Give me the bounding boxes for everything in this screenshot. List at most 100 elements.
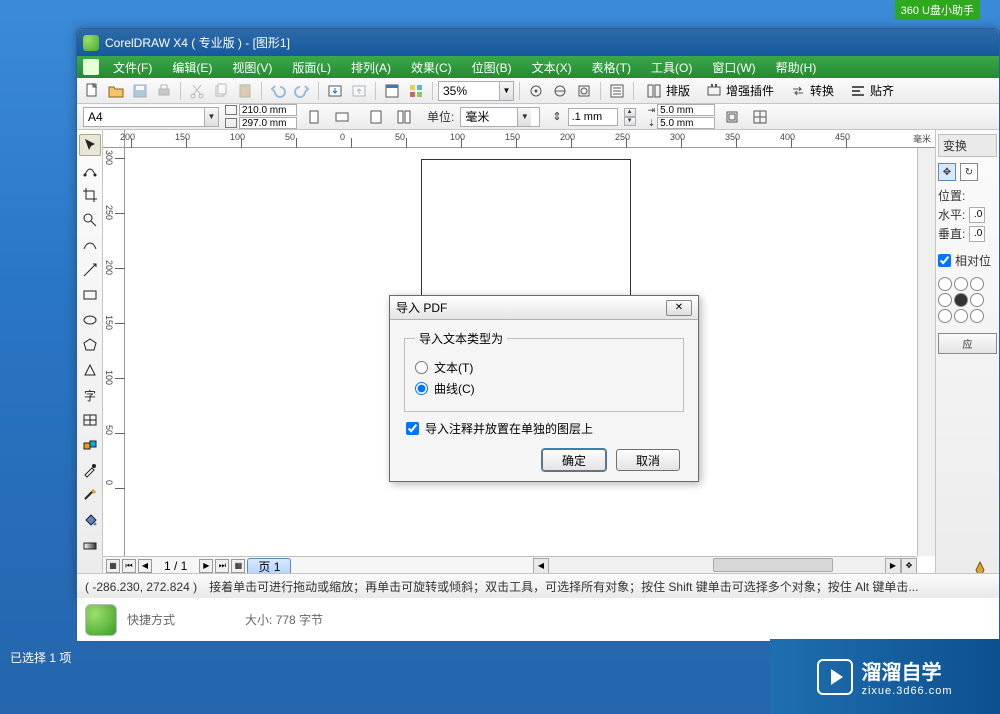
options-button[interactable]: [606, 80, 628, 102]
pageopt2-button[interactable]: [393, 106, 415, 128]
menu-help[interactable]: 帮助(H): [770, 57, 823, 78]
option-curve[interactable]: 曲线(C): [415, 380, 673, 397]
anchor-dot[interactable]: [970, 277, 984, 291]
chevron-down-icon[interactable]: ▼: [517, 108, 531, 126]
radio-text[interactable]: [415, 361, 428, 374]
paper-width-input[interactable]: [239, 104, 297, 116]
snap-button[interactable]: [525, 80, 547, 102]
docker-tab-transform[interactable]: 变换: [938, 134, 997, 157]
paper-height-input[interactable]: [239, 117, 297, 129]
menu-table[interactable]: 表格(T): [586, 57, 637, 78]
anchor-dot[interactable]: [954, 309, 968, 323]
zoom-tool[interactable]: [79, 209, 101, 231]
menu-layout[interactable]: 版面(L): [286, 57, 337, 78]
misc1-button[interactable]: [721, 106, 743, 128]
app-menu-icon[interactable]: [83, 59, 99, 75]
scroll-right-icon[interactable]: ▶: [885, 558, 901, 574]
anchor-dot[interactable]: [938, 309, 952, 323]
anchor-dot[interactable]: [954, 277, 968, 291]
scrollbar-vertical[interactable]: [917, 148, 935, 556]
anchor-grid[interactable]: [938, 277, 997, 323]
snap2-button[interactable]: [549, 80, 571, 102]
export-button[interactable]: [348, 80, 370, 102]
basicshapes-tool[interactable]: [79, 359, 101, 381]
apply-button[interactable]: 应: [938, 333, 997, 354]
undo-button[interactable]: [267, 80, 289, 102]
ok-button[interactable]: 确定: [542, 449, 606, 471]
option-text[interactable]: 文本(T): [415, 359, 673, 376]
snap3-button[interactable]: [573, 80, 595, 102]
scroll-left-icon[interactable]: ◀: [533, 558, 549, 574]
close-icon[interactable]: ✕: [666, 300, 692, 316]
scrollbar-horizontal[interactable]: ◀ ▶ ✥: [533, 556, 917, 574]
plugin-button[interactable]: 增强插件: [699, 80, 781, 102]
navigator-icon[interactable]: ✥: [901, 558, 917, 574]
page-next-icon[interactable]: ▶: [199, 559, 213, 573]
smartdraw-tool[interactable]: [79, 259, 101, 281]
chevron-down-icon[interactable]: ▼: [204, 108, 218, 126]
polygon-tool[interactable]: [79, 334, 101, 356]
page-last-icon[interactable]: ⏭: [215, 559, 229, 573]
eyedropper-tool[interactable]: [79, 459, 101, 481]
welcome-button[interactable]: [405, 80, 427, 102]
dialog-titlebar[interactable]: 导入 PDF ✕: [390, 296, 698, 320]
open-button[interactable]: [105, 80, 127, 102]
table-tool[interactable]: [79, 409, 101, 431]
units-input[interactable]: [461, 110, 517, 124]
outline-tool[interactable]: [79, 484, 101, 506]
dup-y-input[interactable]: [657, 117, 715, 129]
nudge-input[interactable]: [568, 108, 618, 126]
convert-button[interactable]: 转换: [783, 80, 841, 102]
layout-button[interactable]: 排版: [639, 80, 697, 102]
print-button[interactable]: [153, 80, 175, 102]
v-input[interactable]: [969, 226, 985, 242]
text-tool[interactable]: 字: [79, 384, 101, 406]
align-button[interactable]: 贴齐: [843, 80, 901, 102]
app-launcher-button[interactable]: [381, 80, 403, 102]
ruler-horizontal[interactable]: 20015010050050100150200250300350400450毫米: [125, 130, 935, 148]
crop-tool[interactable]: [79, 184, 101, 206]
pageopt1-button[interactable]: [365, 106, 387, 128]
redo-button[interactable]: [291, 80, 313, 102]
interactive-tool[interactable]: [79, 434, 101, 456]
menu-window[interactable]: 窗口(W): [706, 57, 761, 78]
ellipse-tool[interactable]: [79, 309, 101, 331]
relative-checkbox[interactable]: [938, 254, 951, 267]
menu-view[interactable]: 视图(V): [226, 57, 278, 78]
shape-tool[interactable]: [79, 159, 101, 181]
portrait-button[interactable]: [303, 106, 325, 128]
h-input[interactable]: [969, 207, 985, 223]
page-prev-icon[interactable]: ◀: [138, 559, 152, 573]
paste-button[interactable]: [234, 80, 256, 102]
ruler-vertical[interactable]: 300250200150100500: [103, 148, 125, 556]
page-add2-icon[interactable]: ▦: [231, 559, 245, 573]
anchor-dot[interactable]: [970, 293, 984, 307]
cancel-button[interactable]: 取消: [616, 449, 680, 471]
menu-file[interactable]: 文件(F): [107, 57, 158, 78]
pick-tool[interactable]: [79, 134, 101, 156]
dup-x-input[interactable]: [657, 104, 715, 116]
page-tab[interactable]: 页 1: [247, 558, 291, 574]
menu-text[interactable]: 文本(X): [526, 57, 578, 78]
transform-position-icon[interactable]: ✥: [938, 163, 956, 181]
scroll-thumb[interactable]: [713, 558, 833, 572]
anchor-dot[interactable]: [938, 277, 952, 291]
nudge-spinner[interactable]: ▲▼: [624, 108, 636, 126]
checkbox-comments[interactable]: [406, 422, 419, 435]
interactivefill-tool[interactable]: [79, 534, 101, 556]
menu-arrange[interactable]: 排列(A): [345, 57, 397, 78]
misc2-button[interactable]: [749, 106, 771, 128]
paper-size-input[interactable]: [84, 110, 204, 124]
anchor-dot[interactable]: [938, 293, 952, 307]
transform-rotate-icon[interactable]: ↻: [960, 163, 978, 181]
zoom-combo[interactable]: ▼: [438, 81, 514, 101]
landscape-button[interactable]: [331, 106, 353, 128]
freehand-tool[interactable]: [79, 234, 101, 256]
menu-tools[interactable]: 工具(O): [645, 57, 698, 78]
anchor-dot[interactable]: [970, 309, 984, 323]
menu-edit[interactable]: 编辑(E): [166, 57, 218, 78]
fill-tool[interactable]: [79, 509, 101, 531]
page-first-icon[interactable]: ⏮: [122, 559, 136, 573]
paper-size-combo[interactable]: ▼: [83, 107, 219, 127]
import-button[interactable]: [324, 80, 346, 102]
